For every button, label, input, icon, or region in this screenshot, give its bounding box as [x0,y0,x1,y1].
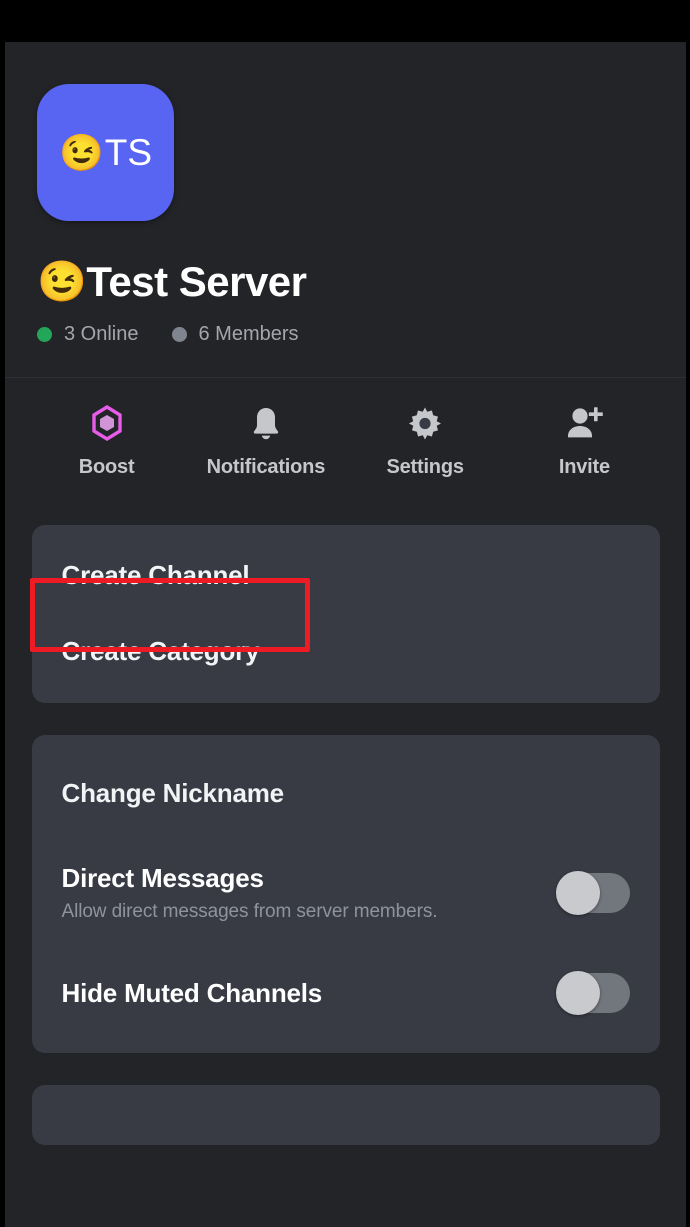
toggle-knob [555,971,600,1015]
action-notifications[interactable]: Notifications [186,404,345,479]
person-add-icon [564,404,604,442]
action-invite[interactable]: Invite [505,404,664,479]
bell-icon [248,404,284,442]
server-name-emoji: 😉 [37,260,87,304]
server-icon-initials: TS [104,131,153,173]
action-settings-label: Settings [386,456,464,478]
action-notifications-label: Notifications [206,456,326,478]
change-nickname-label: Change Nickname [61,777,285,808]
create-category-text: Create Category [62,636,260,667]
toggle-knob [555,871,600,915]
create-category-label: Create Category [61,635,260,666]
create-category-row[interactable]: Create Category [32,613,660,689]
gear-icon [407,404,443,442]
create-channel-text: Create Channel [62,560,250,591]
direct-messages-description: Allow direct messages from server member… [61,901,438,922]
hide-muted-channels-text: Hide Muted Channels [62,978,323,1009]
preferences-card: Change Nickname Direct Messages Allow di… [31,735,660,1053]
creation-card: Create Channel Create Category [31,525,660,703]
more-options-card[interactable] [31,1085,660,1145]
row-spacer [32,831,660,855]
direct-messages-text: Direct Messages Allow direct messages fr… [62,863,438,923]
create-channel-label: Create Channel [61,559,250,590]
hide-muted-channels-label: Hide Muted Channels [61,977,323,1008]
server-icon[interactable]: 😉 TS [37,84,174,221]
server-name: 😉 Test Server [37,258,686,306]
action-settings[interactable]: Settings [346,404,505,479]
action-invite-label: Invite [558,456,610,478]
server-action-row: Boost Notifications Settings Invite [5,378,686,479]
hide-muted-channels-row[interactable]: Hide Muted Channels [32,955,660,1031]
online-count: 3 Online [37,323,139,346]
status-bar [0,0,690,42]
server-stats: 3 Online 6 Members [37,323,686,346]
hide-muted-channels-toggle[interactable] [555,971,630,1015]
direct-messages-row[interactable]: Direct Messages Allow direct messages fr… [32,855,660,931]
server-header: 😉 TS 😉 Test Server 3 Online 6 Members [5,42,686,346]
action-boost[interactable]: Boost [27,404,186,479]
online-status-dot [37,327,52,342]
server-name-text: Test Server [86,258,307,305]
change-nickname-text: Change Nickname [61,777,285,809]
action-boost-label: Boost [78,456,135,478]
change-nickname-row[interactable]: Change Nickname [32,755,660,831]
direct-messages-label: Direct Messages [61,863,264,893]
phone-screen: 😉 TS 😉 Test Server 3 Online 6 Members Bo… [0,0,690,1227]
server-menu-sheet: 😉 TS 😉 Test Server 3 Online 6 Members Bo… [5,42,686,1227]
online-count-label: 3 Online [64,323,139,345]
boost-gem-icon [89,404,125,442]
server-icon-emoji: 😉 [58,131,104,173]
row-spacer [32,931,660,955]
members-count: 6 Members [171,323,299,346]
members-count-label: 6 Members [198,323,299,345]
create-channel-row[interactable]: Create Channel [32,537,660,613]
members-status-dot [171,327,187,342]
direct-messages-toggle[interactable] [555,871,630,915]
